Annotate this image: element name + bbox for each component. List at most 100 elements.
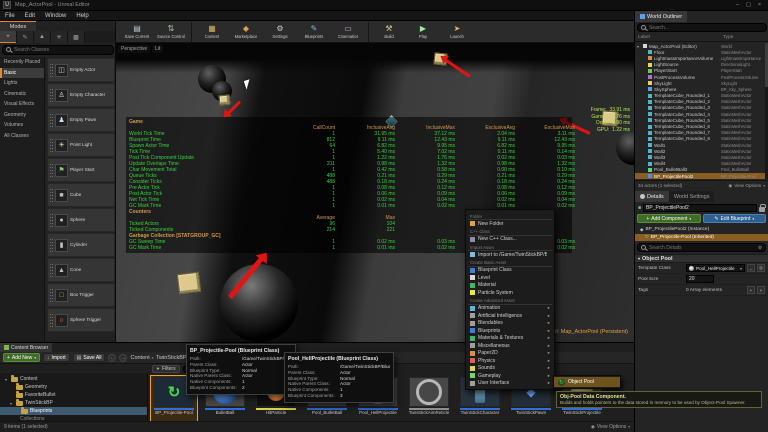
view-mode-dropdown[interactable]: Lit (152, 45, 163, 53)
folder-item[interactable]: ▾ TwinStickBP (0, 399, 147, 407)
expander-icon[interactable]: ▾ (637, 44, 641, 49)
outliner-row[interactable]: TemplateCube_Rounded_1 StaticMeshActor (635, 93, 765, 99)
titlebar[interactable]: U Map_ActorPool - Unreal Editor – ▢ × (0, 0, 768, 11)
expander-icon[interactable]: ▾ (10, 401, 14, 406)
toolbar-button[interactable]: ⇅ Source Control (154, 22, 188, 42)
search-classes-input[interactable] (14, 47, 110, 53)
folder-item[interactable]: Blueprints (0, 407, 147, 415)
view-options-button[interactable]: ◉View Options▾ (591, 424, 630, 430)
toolbar-button[interactable]: ✎ Blueprints (297, 22, 331, 42)
outliner-row[interactable]: TemplateCube_Rounded_4 StaticMeshActor (635, 111, 765, 117)
drag-handle-icon[interactable] (49, 314, 54, 327)
outliner-row[interactable]: BP_ProjectilePool2 BP_Projectile-Pool (635, 173, 765, 179)
context-menu-row[interactable]: Create Basic Asset (468, 260, 552, 267)
tab-modes[interactable]: Modes (0, 21, 36, 31)
toolbar-button[interactable]: ▦ Content (191, 22, 229, 42)
toolbar-button[interactable]: ➤ Launch (440, 22, 474, 42)
context-menu-row[interactable]: Import Asset (468, 244, 552, 251)
toolbar-button[interactable]: ▭ Cinematics (331, 22, 365, 42)
browse-to-asset-button[interactable]: ◎ (757, 264, 765, 272)
outliner-search-input[interactable] (649, 25, 763, 31)
drag-handle-icon[interactable] (49, 164, 54, 177)
drag-handle-icon[interactable] (49, 64, 54, 77)
context-menu-row[interactable]: User Interface ▸ (466, 380, 554, 388)
add-component-button[interactable]: +Add Component▾ (637, 214, 701, 223)
context-menu-row[interactable]: Animation ▸ (466, 305, 554, 313)
context-menu-row[interactable]: New Folder (466, 220, 554, 228)
column-label[interactable]: Label (638, 35, 723, 40)
drag-handle-icon[interactable] (49, 289, 54, 302)
place-actor-item[interactable]: ♟ Empty Pawn (47, 108, 115, 132)
outliner-row[interactable]: Wall4 StaticMeshActor (635, 161, 765, 167)
drag-handle-icon[interactable] (49, 214, 54, 227)
place-category[interactable]: All Classes (0, 131, 44, 142)
place-actor-item[interactable]: □ Box Trigger (47, 283, 115, 307)
submenu-item-object-pool[interactable]: ↻ Object Pool (554, 377, 620, 387)
place-category[interactable]: Geometry (0, 110, 44, 121)
add-new-button[interactable]: +Add New▾ (3, 353, 40, 362)
outliner-row[interactable]: TemplateCube_Rounded_5 StaticMeshActor (635, 117, 765, 123)
outliner-search[interactable] (637, 23, 767, 32)
context-menu-row[interactable]: Import to /Game/TwinStickBP/Blueprints..… (466, 251, 554, 259)
place-category[interactable]: Basic (0, 68, 44, 79)
context-menu-row[interactable]: Folder (468, 213, 552, 220)
use-selected-button[interactable]: ← (747, 264, 755, 272)
context-menu-row[interactable]: Blueprints ▸ (466, 327, 554, 335)
expander-icon[interactable]: ▾ (5, 377, 9, 382)
scene-sphere[interactable] (616, 131, 634, 165)
mode-icon[interactable]: ▩ (68, 31, 85, 43)
place-actor-item[interactable]: ● Sphere (47, 208, 115, 232)
place-actor-item[interactable]: ■ Cube (47, 183, 115, 207)
context-menu-row[interactable]: C++ Class (468, 229, 552, 236)
perspective-dropdown[interactable]: Perspective (118, 45, 150, 53)
folder-item[interactable]: Geometry (0, 383, 147, 391)
tab-world-outliner[interactable]: World Outliner (635, 11, 687, 22)
context-menu-row[interactable]: Blueprint Class (466, 267, 554, 275)
menu-item[interactable]: Window (40, 13, 71, 19)
place-category[interactable]: Recently Placed (0, 57, 44, 68)
component-row[interactable]: ◆ BP_ProjectilePool2 (Instance) (635, 226, 768, 234)
minimize-button[interactable]: – (732, 1, 743, 10)
save-all-button[interactable]: ▤Save All (73, 353, 106, 362)
outliner-row[interactable]: Wall3 StaticMeshActor (635, 154, 765, 160)
mode-icon[interactable]: ✳ (51, 31, 68, 43)
filters-button[interactable]: ▼Filters (152, 365, 180, 373)
toolbar-button[interactable]: ⚒ Build (368, 22, 406, 42)
folder-item[interactable]: ▾ Content (0, 375, 147, 383)
context-menu-row[interactable]: Blendables ▸ (466, 320, 554, 328)
place-category[interactable]: Volumes (0, 120, 44, 131)
close-button[interactable]: × (754, 1, 765, 10)
tab-content-browser[interactable]: Content Browser (0, 343, 52, 352)
forward-button[interactable]: → (119, 354, 127, 362)
drag-handle-icon[interactable] (49, 139, 54, 152)
outliner-row[interactable]: PostProcessVolume PostProcessVolume (635, 74, 765, 80)
drag-handle-icon[interactable] (49, 114, 54, 127)
add-array-element-button[interactable]: + (747, 286, 755, 294)
outliner-row[interactable]: SkyLight SkyLight (635, 80, 765, 86)
context-menu-row[interactable]: Physics ▸ (466, 357, 554, 365)
edit-blueprint-button[interactable]: ✎Edit Blueprint▾ (703, 214, 767, 223)
place-actor-item[interactable]: ☀ Point Light (47, 133, 115, 157)
place-actor-item[interactable]: ▮ Cylinder (47, 233, 115, 257)
place-category[interactable]: Lights (0, 78, 44, 89)
outliner-row[interactable]: ▾ Map_ActorPool (Editor) World (635, 43, 765, 49)
drag-handle-icon[interactable] (49, 189, 54, 202)
scene-sphere-large[interactable] (220, 264, 298, 342)
template-class-dropdown[interactable]: Pool_HellProjectile▾ (686, 264, 745, 272)
tab-world-settings[interactable]: World Settings (669, 191, 715, 202)
outliner-row[interactable]: SkySphere BP_Sky_Sphere (635, 86, 765, 92)
mode-icon[interactable]: ▲ (34, 31, 51, 43)
menu-item[interactable]: File (0, 13, 20, 19)
breadcrumb-item[interactable]: Content (130, 355, 149, 361)
context-menu-row[interactable]: Gameplay ▸ (466, 372, 554, 380)
context-menu-row[interactable]: Artificial Intelligence ▸ (466, 312, 554, 320)
outliner-row[interactable]: TemplateCube_Rounded_8 StaticMeshActor (635, 136, 765, 142)
menu-item[interactable]: Edit (20, 13, 40, 19)
mode-icon[interactable]: ✎ (17, 31, 34, 43)
toolbar-button[interactable]: ⚙ Settings (263, 22, 297, 42)
details-filter-icon[interactable]: ⚙ (758, 245, 762, 251)
toolbar-button[interactable]: ▤ Save Current (120, 22, 154, 42)
outliner-row[interactable]: Wall2 StaticMeshActor (635, 148, 765, 154)
context-menu-row[interactable]: Materials & Textures ▸ (466, 335, 554, 343)
toolbar-button[interactable]: ◆ Marketplace (229, 22, 263, 42)
